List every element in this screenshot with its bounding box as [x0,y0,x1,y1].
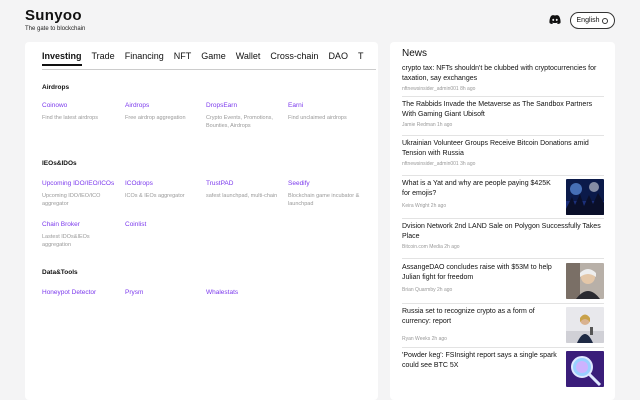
news-meta: Keira Wright 2h ago [402,203,447,209]
tab-truncated[interactable]: T [358,51,364,66]
tool-name[interactable]: Chain Broker [42,220,120,229]
tool-name[interactable]: Coinowo [42,101,120,110]
tool-description: Find unclaimed airdrops [288,115,347,121]
news-item[interactable]: Dvision Network 2nd LAND Sale on Polygon… [402,222,604,259]
section-title-ieos: IEOs&IDOs [42,160,77,167]
tab-trade[interactable]: Trade [92,51,115,66]
tool-description: Find the latest airdrops [42,115,98,121]
discord-icon[interactable] [549,15,561,24]
news-headline[interactable]: Dvision Network 2nd LAND Sale on Polygon… [402,222,604,242]
tool-card[interactable]: Coinowo Find the latest airdrops [42,101,120,122]
news-meta: nftnewsinsider_admin001 8h ago [402,86,476,92]
news-meta: nftnewsinsider_admin001 3h ago [402,161,476,167]
tab-financing[interactable]: Financing [125,51,164,66]
language-label: English [576,17,600,24]
news-panel: News crypto tax: NFTs shouldn't be clubb… [390,42,615,400]
tab-dao[interactable]: DAO [328,51,348,66]
tool-name[interactable]: Upcoming IDO/IEO/ICOs [42,179,120,188]
language-button[interactable]: English [570,12,615,29]
tool-card[interactable]: Earni Find unclaimed airdrops [288,101,366,122]
tool-name[interactable]: DropsEarn [206,101,284,110]
tool-card[interactable]: DropsEarn Crypto Events, Promotions, Bou… [206,101,284,130]
tool-card[interactable]: TrustPAD safest launchpad, multi-chain [206,179,284,200]
tool-card[interactable]: Whalestats [206,288,284,297]
tool-name[interactable]: ICOdrops [125,179,203,188]
news-item[interactable]: crypto tax: NFTs shouldn't be clubbed wi… [402,64,604,97]
news-item[interactable]: The Rabbids Invade the Metaverse as The … [402,100,604,136]
globe-icon [602,17,609,24]
tab-nft[interactable]: NFT [174,51,192,66]
tab-investing[interactable]: Investing [42,51,82,66]
news-meta: Bitcoin.com Media 2h ago [402,244,460,250]
tool-description: ICOs & IEOs aggregator [125,193,185,199]
tool-name[interactable]: Coinlist [125,220,203,229]
news-item[interactable]: 'Powder keg': FSInsight report says a si… [402,351,604,391]
section-title-airdrops: Airdrops [42,84,70,91]
tool-card[interactable]: Chain Broker Lastest IDOs&IEOs aggregati… [42,220,120,249]
tool-name[interactable]: Airdrops [125,101,203,110]
news-meta: Jamie Redman 1h ago [402,122,453,128]
news-headline[interactable]: Ukrainian Volunteer Groups Receive Bitco… [402,139,604,159]
news-heading: News [402,48,428,59]
tool-name[interactable]: Prysm [125,288,203,297]
brand-tagline: The gate to blockchain [25,26,86,32]
tool-description: Upcoming IDO/IEO/ICO aggregator [42,193,101,207]
tool-card[interactable]: Prysm [125,288,203,297]
news-headline[interactable]: What is a Yat and why are people paying … [402,179,557,199]
news-meta: Ryan Weeks 2h ago [402,336,447,342]
tab-cross-chain[interactable]: Cross-chain [270,51,318,66]
tool-description: Lastest IDOs&IEOs aggregation [42,234,90,248]
tool-description: Crypto Events, Promotions, Bounties, Air… [206,115,273,129]
tool-name[interactable]: Earni [288,101,366,110]
news-headline[interactable]: The Rabbids Invade the Metaverse as The … [402,100,604,120]
tool-name[interactable]: Seedify [288,179,366,188]
top-bar: Sunyoo The gate to blockchain English [0,0,640,40]
tool-name[interactable]: Whalestats [206,288,284,297]
category-tabs: Investing Trade Financing NFT Game Walle… [42,51,373,66]
tool-card[interactable]: Honeypot Detector [42,288,120,297]
news-item[interactable]: AssangeDAO concludes raise with $53M to … [402,263,604,304]
news-meta: Brian Quarmby 2h ago [402,287,453,293]
brand-name: Sunyoo [25,7,82,24]
brand-logo[interactable]: Sunyoo The gate to blockchain [25,7,85,32]
tool-card[interactable]: Upcoming IDO/IEO/ICOs Upcoming IDO/IEO/I… [42,179,120,208]
news-item[interactable]: What is a Yat and why are people paying … [402,179,604,219]
news-headline[interactable]: Russia set to recognize crypto as a form… [402,307,557,327]
tool-card[interactable]: Coinlist [125,220,203,229]
news-thumbnail-magnifier[interactable] [566,351,604,387]
news-thumbnail-speaker[interactable] [566,307,604,343]
tool-card[interactable]: Airdrops Free airdrop aggregation [125,101,203,122]
tool-description: safest launchpad, multi-chain [206,193,278,199]
tool-description: Free airdrop aggregation [125,115,186,121]
news-thumbnail-portrait[interactable] [566,263,604,299]
news-item[interactable]: Russia set to recognize crypto as a form… [402,307,604,348]
news-item[interactable]: Ukrainian Volunteer Groups Receive Bitco… [402,139,604,176]
news-thumbnail-crowd[interactable] [566,179,604,215]
news-headline[interactable]: 'Powder keg': FSInsight report says a si… [402,351,557,371]
tab-wallet[interactable]: Wallet [236,51,261,66]
news-headline[interactable]: AssangeDAO concludes raise with $53M to … [402,263,557,283]
news-headline[interactable]: crypto tax: NFTs shouldn't be clubbed wi… [402,64,604,84]
tool-name[interactable]: TrustPAD [206,179,284,188]
tool-card[interactable]: Seedify Blockchain game incubator & laun… [288,179,366,208]
tab-game[interactable]: Game [201,51,226,66]
tool-description: Blockchain game incubator & launchpad [288,193,360,207]
tabs-divider [42,69,376,70]
directory-panel: Investing Trade Financing NFT Game Walle… [25,42,378,400]
tool-name[interactable]: Honeypot Detector [42,288,120,297]
section-title-tools: Data&Tools [42,269,78,276]
tool-card[interactable]: ICOdrops ICOs & IEOs aggregator [125,179,203,200]
